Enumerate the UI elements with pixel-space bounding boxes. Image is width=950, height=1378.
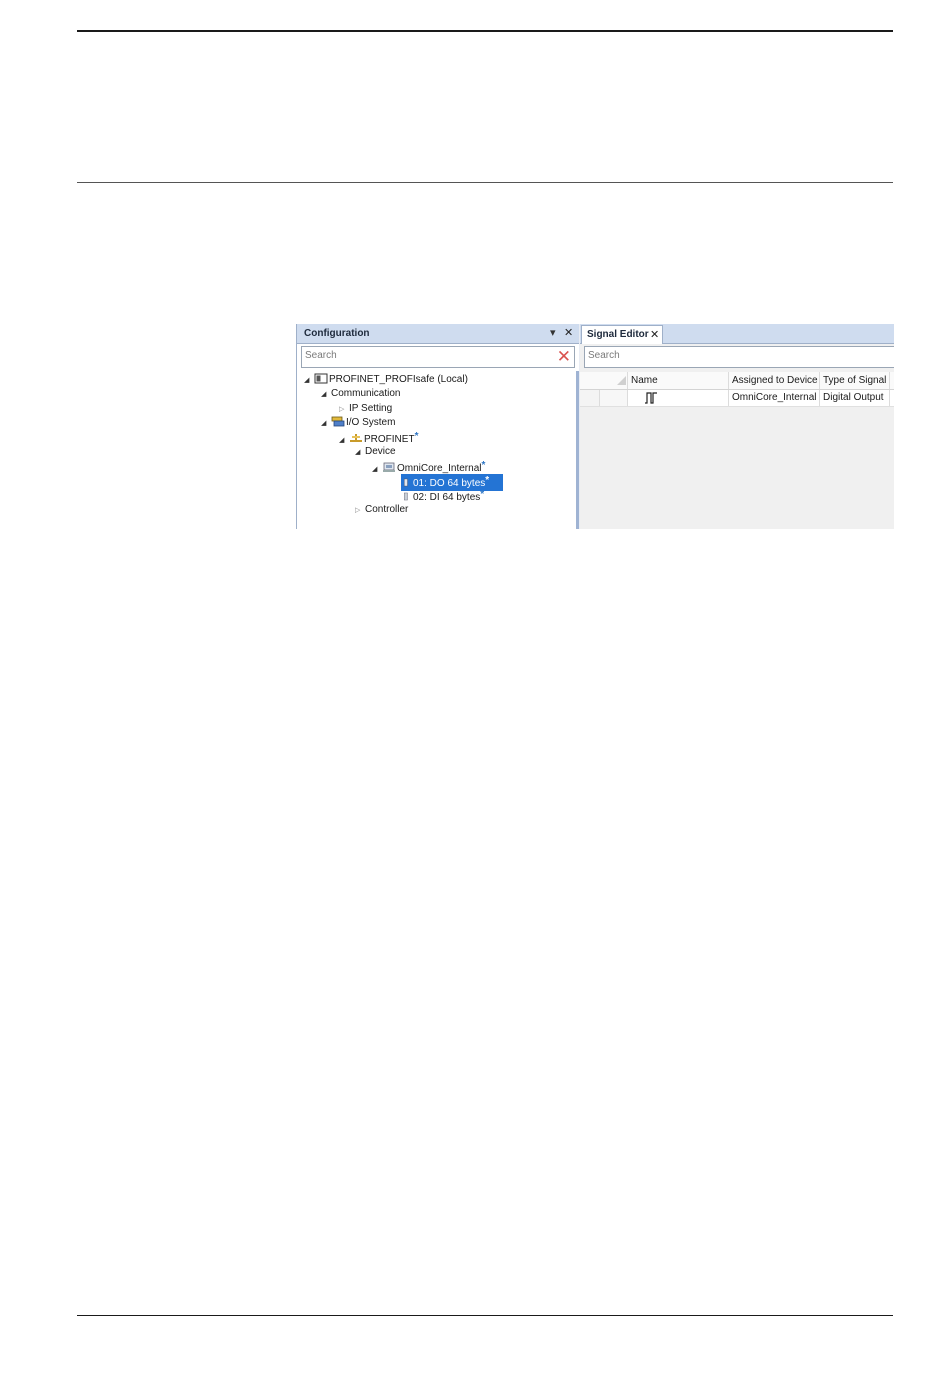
row-selector[interactable] xyxy=(580,390,600,406)
tree-label: IP Setting xyxy=(349,403,393,414)
sort-indicator-icon xyxy=(617,376,626,385)
configuration-title: Configuration xyxy=(304,328,370,339)
pin-icon[interactable]: ▾ xyxy=(550,326,556,339)
module-icon xyxy=(404,492,408,501)
configuration-search-input[interactable]: Search ✕ xyxy=(301,346,575,368)
tree-node-communication[interactable]: ◢ Communication xyxy=(321,387,400,401)
tree-node-di-64-bytes[interactable]: 02: DI 64 bytes* xyxy=(403,488,485,503)
search-placeholder: Search xyxy=(588,350,620,361)
signal-editor-title: Signal Editor xyxy=(587,329,649,340)
configuration-tree: ◢ PROFINET_PROFIsafe (Local) ◢ Communicati… xyxy=(297,371,577,529)
tree-label: Device xyxy=(365,446,396,457)
configuration-titlebar: Configuration ▾ ✕ xyxy=(297,324,579,344)
section-rule xyxy=(77,182,893,183)
search-placeholder: Search xyxy=(305,350,337,361)
signal-search-input[interactable]: Search xyxy=(584,346,894,368)
configuration-panel: Configuration ▾ ✕ Search ✕ ◢ PROFINET_PRO… xyxy=(296,324,579,529)
tree-label: OmniCore_Internal xyxy=(397,463,482,474)
signal-editor-titlebar: Signal Editor ✕ xyxy=(580,324,894,344)
clear-search-icon[interactable]: ✕ xyxy=(557,347,571,367)
tree-node-io-system[interactable]: ◢ I/O System xyxy=(321,416,395,430)
assigned-device-cell[interactable]: OmniCore_Internal xyxy=(729,390,820,406)
row-gutter xyxy=(600,390,628,406)
controller-icon xyxy=(314,373,328,384)
collapse-arrow-icon[interactable]: ▷ xyxy=(355,504,365,518)
expand-arrow-icon[interactable]: ◢ xyxy=(321,388,331,402)
tree-label: Controller xyxy=(365,504,409,515)
panel-splitter[interactable] xyxy=(576,371,579,529)
collapse-arrow-icon[interactable]: ▷ xyxy=(339,403,349,417)
tree-label: PROFINET_PROFIsafe (Local) xyxy=(329,374,468,385)
column-header-type-of-signal[interactable]: Type of Signal xyxy=(820,372,890,389)
modified-marker: * xyxy=(481,460,486,471)
signal-editor-panel: Signal Editor ✕ Search Name Assigned to … xyxy=(580,324,894,529)
expand-arrow-icon[interactable]: ◢ xyxy=(339,434,349,448)
modified-marker: * xyxy=(480,489,485,500)
footer-rule xyxy=(77,1315,893,1316)
grid-header: Name Assigned to Device Type of Signal xyxy=(580,372,894,390)
signal-grid: Name Assigned to Device Type of Signal O… xyxy=(580,372,894,529)
tree-node-ip-setting[interactable]: ▷ IP Setting xyxy=(339,402,392,416)
tree-node-controller[interactable]: ▷ Controller xyxy=(355,503,408,517)
expand-arrow-icon[interactable]: ◢ xyxy=(304,374,314,388)
module-icon xyxy=(404,478,408,487)
row-header-cell xyxy=(580,372,628,389)
device-icon xyxy=(383,462,395,472)
expand-arrow-icon[interactable]: ◢ xyxy=(355,446,365,460)
network-icon xyxy=(350,434,362,442)
tree-label: I/O System xyxy=(346,417,396,428)
tree-label: 02: DI 64 bytes xyxy=(413,492,481,503)
tab-signal-editor[interactable]: Signal Editor ✕ xyxy=(581,325,663,344)
close-icon[interactable]: ✕ xyxy=(650,328,659,341)
modified-marker: * xyxy=(414,431,419,442)
tree-node-omnicore-internal[interactable]: ◢ OmniCore_Internal* xyxy=(372,459,486,474)
tree-node-root[interactable]: ◢ PROFINET_PROFIsafe (Local) xyxy=(304,373,468,387)
header-rule xyxy=(77,30,893,32)
column-header-assigned-to-device[interactable]: Assigned to Device xyxy=(729,372,820,389)
tree-node-do-64-bytes[interactable]: 01: DO 64 bytes* xyxy=(401,474,504,491)
expand-arrow-icon[interactable]: ◢ xyxy=(321,417,331,431)
expand-arrow-icon[interactable]: ◢ xyxy=(372,463,382,477)
name-cell[interactable] xyxy=(628,390,729,406)
signal-type-cell[interactable]: Digital Output xyxy=(820,390,890,406)
tree-node-device[interactable]: ◢ Device xyxy=(355,445,396,459)
software-screenshot: Configuration ▾ ✕ Search ✕ ◢ PROFINET_PRO… xyxy=(296,324,894,529)
modified-marker: * xyxy=(485,475,490,486)
io-system-icon xyxy=(331,416,345,427)
tree-node-profinet[interactable]: ◢ PROFINET* xyxy=(339,430,419,445)
table-row[interactable]: OmniCore_Internal Digital Output xyxy=(580,390,894,407)
tree-label: Communication xyxy=(331,388,401,399)
tree-label: PROFINET xyxy=(364,434,415,445)
pulse-signal-icon xyxy=(645,392,657,404)
close-icon[interactable]: ✕ xyxy=(564,326,573,339)
column-header-name[interactable]: Name xyxy=(628,372,729,389)
